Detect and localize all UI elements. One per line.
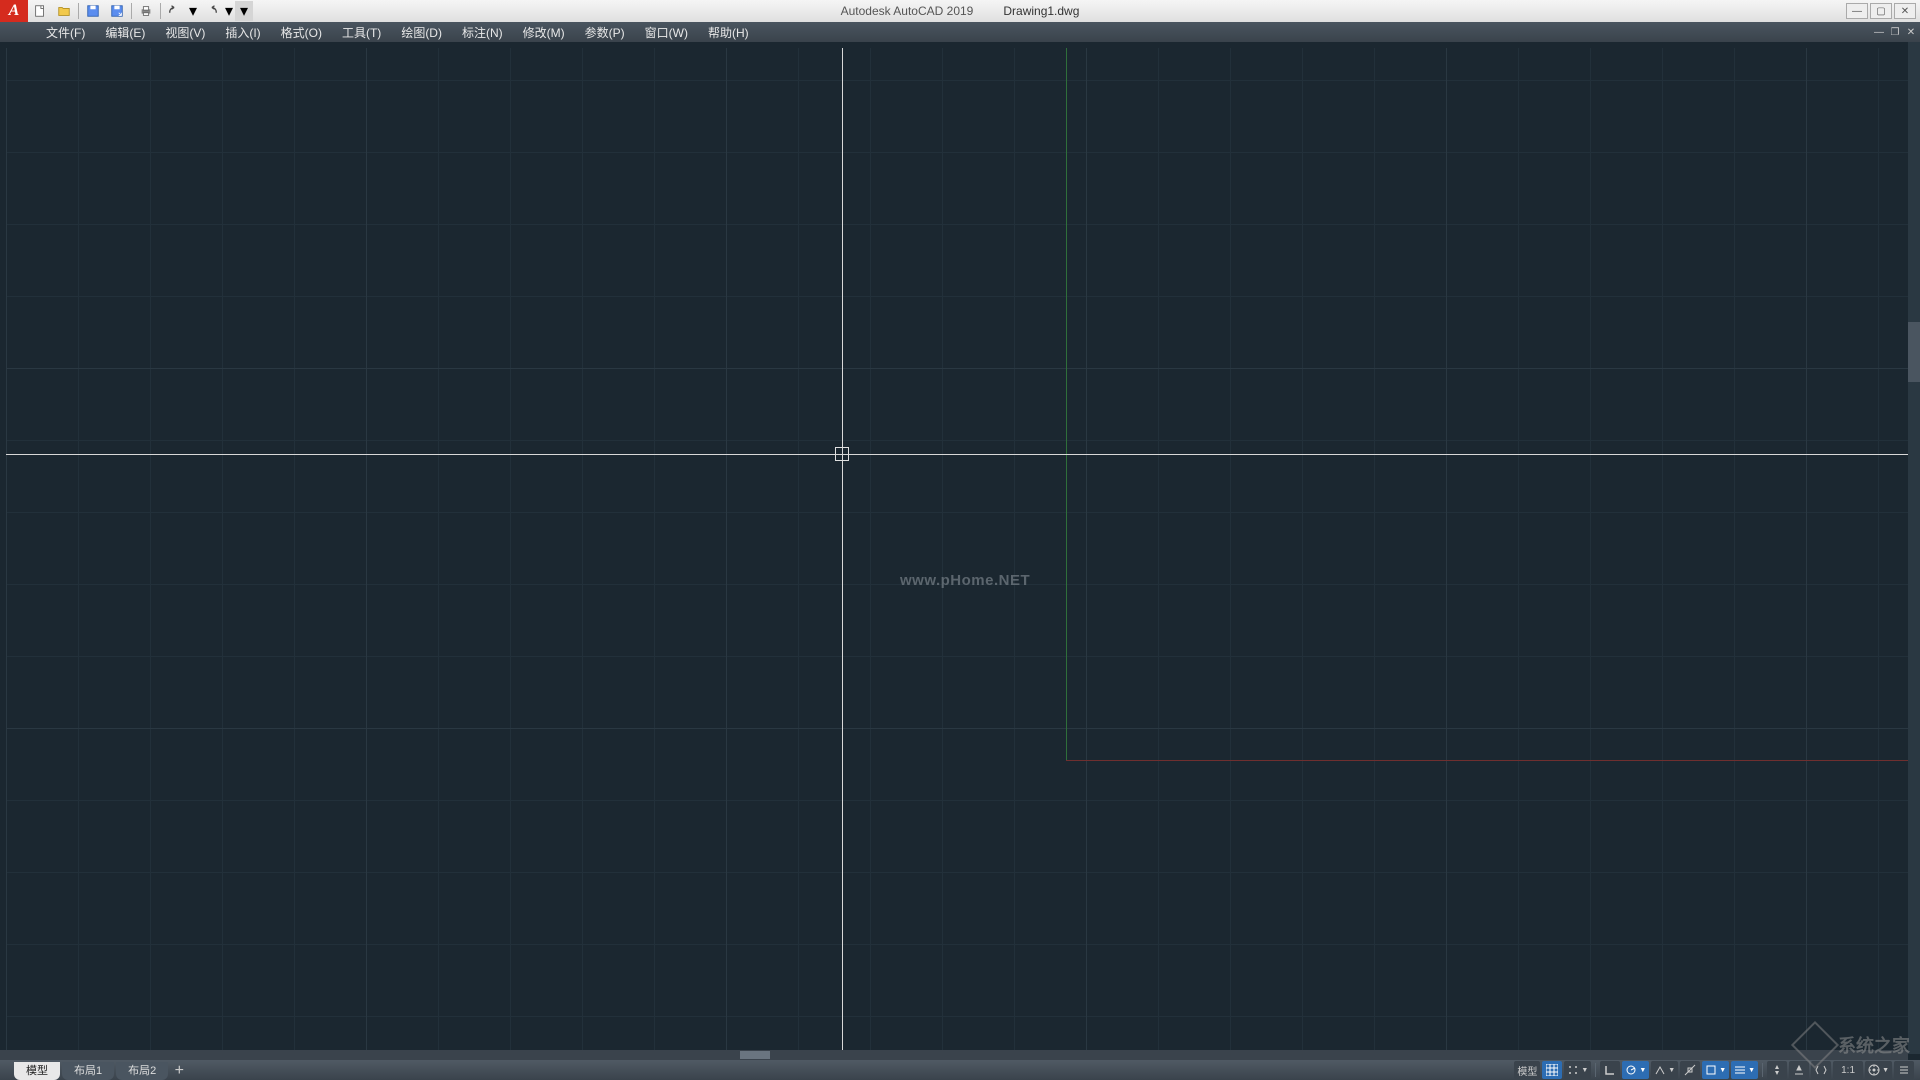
ucs-y-axis (1066, 48, 1067, 760)
annotation-scale-value[interactable]: 1:1 (1833, 1061, 1863, 1079)
annotation-autoscale-icon[interactable] (1811, 1061, 1831, 1079)
grid-toggle-icon[interactable] (1542, 1061, 1562, 1079)
crosshair-vertical (842, 48, 843, 1054)
horizontal-scrollbar[interactable] (0, 1050, 1908, 1060)
workspace-switch-icon[interactable]: ▼ (1865, 1061, 1892, 1079)
annotation-scale-icon[interactable] (1767, 1061, 1787, 1079)
tab-layout2[interactable]: 布局2 (116, 1062, 168, 1080)
tab-model[interactable]: 模型 (14, 1062, 60, 1080)
app-name: Autodesk AutoCAD 2019 (841, 4, 974, 18)
snap-mode-icon[interactable]: ▼ (1564, 1061, 1591, 1079)
menu-format[interactable]: 格式(O) (271, 22, 332, 43)
window-title: Autodesk AutoCAD 2019 Drawing1.dwg (841, 4, 1080, 18)
menu-file[interactable]: 文件(F) (36, 22, 95, 43)
save-icon[interactable] (81, 1, 105, 21)
drawing-canvas[interactable]: www.pHome.NET (0, 42, 1920, 1060)
menu-param[interactable]: 参数(P) (575, 22, 635, 43)
object-snap-icon[interactable]: ▼ (1702, 1061, 1729, 1079)
menu-draw[interactable]: 绘图(D) (391, 22, 452, 43)
doc-restore-button[interactable]: ❐ (1888, 25, 1902, 39)
isometric-draft-icon[interactable]: ▼ (1651, 1061, 1678, 1079)
horizontal-scroll-thumb[interactable] (740, 1051, 770, 1059)
qat-customize-icon[interactable]: ▾ (235, 1, 253, 21)
menu-edit[interactable]: 编辑(E) (95, 22, 155, 43)
menu-tools[interactable]: 工具(T) (332, 22, 391, 43)
open-icon[interactable] (52, 1, 76, 21)
vertical-scroll-thumb[interactable] (1908, 322, 1920, 382)
window-controls: — ▢ ✕ (1846, 3, 1916, 19)
new-icon[interactable] (28, 1, 52, 21)
doc-close-button[interactable]: ✕ (1904, 25, 1918, 39)
status-bar: 模型 ▼ ▼ ▼ ▼ ▼ 1:1 ▼ (1514, 1061, 1914, 1079)
crosshair-horizontal (6, 454, 1908, 455)
menu-bar: 文件(F) 编辑(E) 视图(V) 插入(I) 格式(O) 工具(T) 绘图(D… (0, 22, 1920, 42)
object-snap-track-icon[interactable] (1680, 1061, 1700, 1079)
menu-modify[interactable]: 修改(M) (513, 22, 575, 43)
polar-tracking-icon[interactable]: ▼ (1622, 1061, 1649, 1079)
vertical-scrollbar[interactable] (1908, 42, 1920, 1054)
menu-view[interactable]: 视图(V) (155, 22, 215, 43)
file-name: Drawing1.dwg (1003, 4, 1079, 18)
title-bar: A ▾ ▾ ▾ Autodesk AutoCAD 2019 Drawing1.d… (0, 0, 1920, 22)
undo-dropdown-icon[interactable]: ▾ (187, 1, 199, 21)
menu-insert[interactable]: 插入(I) (215, 22, 270, 43)
layout-tab-bar: 模型 布局1 布局2 + 模型 ▼ ▼ ▼ ▼ ▼ 1:1 ▼ (0, 1060, 1920, 1080)
saveas-icon[interactable] (105, 1, 129, 21)
lineweight-icon[interactable]: ▼ (1731, 1061, 1758, 1079)
grid (6, 48, 1908, 1054)
redo-dropdown-icon[interactable]: ▾ (223, 1, 235, 21)
close-button[interactable]: ✕ (1894, 3, 1916, 19)
minimize-button[interactable]: — (1846, 3, 1868, 19)
ucs-x-axis (1066, 760, 1908, 761)
menu-help[interactable]: 帮助(H) (698, 22, 759, 43)
print-icon[interactable] (134, 1, 158, 21)
status-model-toggle[interactable]: 模型 (1514, 1061, 1540, 1079)
customization-icon[interactable] (1894, 1061, 1914, 1079)
app-logo[interactable]: A (0, 0, 28, 22)
doc-minimize-button[interactable]: — (1872, 25, 1886, 39)
quick-access-toolbar: ▾ ▾ ▾ (28, 1, 253, 21)
annotation-visibility-icon[interactable] (1789, 1061, 1809, 1079)
ortho-mode-icon[interactable] (1600, 1061, 1620, 1079)
tab-add-button[interactable]: + (170, 1062, 188, 1080)
watermark-text: www.pHome.NET (900, 572, 1030, 589)
undo-icon[interactable] (163, 1, 187, 21)
maximize-button[interactable]: ▢ (1870, 3, 1892, 19)
menu-window[interactable]: 窗口(W) (635, 22, 698, 43)
redo-icon[interactable] (199, 1, 223, 21)
tab-layout1[interactable]: 布局1 (62, 1062, 114, 1080)
pickbox-cursor (835, 447, 849, 461)
menu-dim[interactable]: 标注(N) (452, 22, 513, 43)
